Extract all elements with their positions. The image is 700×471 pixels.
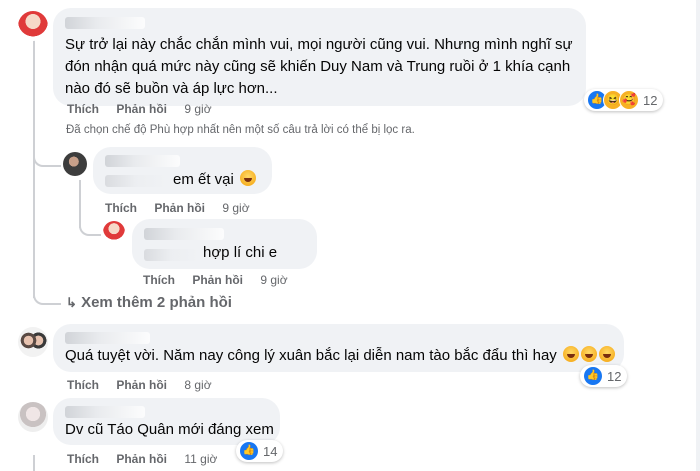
avatar[interactable] bbox=[18, 11, 48, 41]
avatar[interactable] bbox=[18, 327, 48, 357]
comment-bubble: Quá tuyệt vời. Năm nay công lý xuân bắc … bbox=[53, 324, 624, 372]
view-more-replies[interactable]: ↳ Xem thêm 2 phản hồi bbox=[66, 294, 232, 311]
thread-elbow-more bbox=[33, 285, 61, 305]
comment-text: Quá tuyệt vời. Năm nay công lý xuân bắc … bbox=[65, 345, 615, 367]
commenter-name-redacted bbox=[65, 17, 145, 29]
thread-elbow-reply1 bbox=[33, 150, 61, 167]
reply-text-content: em ết vại bbox=[173, 171, 234, 188]
thread-line-main bbox=[33, 40, 35, 298]
reply-text-redacted bbox=[144, 249, 199, 261]
like-button[interactable]: Thích bbox=[67, 102, 99, 116]
reply-text-redacted bbox=[105, 175, 167, 187]
reaction-summary[interactable]: 👍 14 bbox=[236, 440, 284, 462]
avatar[interactable] bbox=[18, 402, 48, 432]
thread-line-bottom bbox=[33, 455, 35, 471]
haha-emoji-icon bbox=[580, 346, 597, 362]
reply-time[interactable]: 9 giờ bbox=[260, 273, 287, 287]
like-button[interactable]: Thích bbox=[67, 378, 99, 392]
scrollbar[interactable] bbox=[696, 0, 700, 471]
reply-button[interactable]: Phản hồi bbox=[116, 452, 167, 466]
filter-note: Đã chọn chế độ Phù hợp nhất nên một số c… bbox=[66, 124, 415, 136]
like-button[interactable]: Thích bbox=[67, 452, 99, 466]
reply-button[interactable]: Phản hồi bbox=[116, 378, 167, 392]
reply-arrow-icon: ↳ bbox=[66, 295, 77, 310]
comment-text: Sự trở lại này chắc chắn mình vui, mọi n… bbox=[65, 36, 573, 97]
commenter-name-redacted bbox=[144, 228, 224, 240]
commenter-name-redacted bbox=[65, 406, 145, 418]
reply-button[interactable]: Phản hồi bbox=[154, 201, 205, 215]
reaction-count: 14 bbox=[263, 443, 278, 459]
like-icon: 👍 bbox=[583, 366, 603, 386]
like-button[interactable]: Thích bbox=[143, 273, 175, 287]
comment-actions: Thích Phản hồi 8 giờ bbox=[67, 378, 212, 392]
reaction-summary[interactable]: 👍 12 bbox=[580, 365, 628, 387]
thread-elbow-reply2 bbox=[79, 212, 101, 236]
view-more-label: Xem thêm 2 phản hồi bbox=[81, 294, 232, 311]
reply-actions: Thích Phản hồi 9 giờ bbox=[105, 201, 250, 215]
reply-button[interactable]: Phản hồi bbox=[192, 273, 243, 287]
reply-actions: Thích Phản hồi 9 giờ bbox=[143, 273, 288, 287]
comment-actions: Thích Phản hồi 9 giờ bbox=[67, 102, 212, 116]
like-button[interactable]: Thích bbox=[105, 201, 137, 215]
reply-button[interactable]: Phản hồi bbox=[116, 102, 167, 116]
reaction-summary[interactable]: 👍 😆 🥰 12 bbox=[584, 89, 664, 111]
commenter-name-redacted bbox=[65, 332, 150, 344]
reply-bubble: em ết vại bbox=[93, 147, 272, 194]
comment-text-content: Quá tuyệt vời. Năm nay công lý xuân bắc … bbox=[65, 347, 557, 364]
reaction-count: 12 bbox=[643, 92, 658, 108]
care-icon: 🥰 bbox=[619, 90, 639, 110]
reply-text: em ết vại bbox=[173, 169, 257, 191]
avatar[interactable] bbox=[63, 152, 87, 176]
comment-bubble: Sự trở lại này chắc chắn mình vui, mọi n… bbox=[53, 8, 586, 106]
haha-emoji-icon bbox=[598, 346, 615, 362]
reply-bubble: hợp lí chi e bbox=[132, 219, 317, 269]
comment-time[interactable]: 9 giờ bbox=[184, 102, 211, 116]
comment-actions: Thích Phản hồi 11 giờ bbox=[67, 452, 217, 466]
avatar[interactable] bbox=[103, 221, 125, 243]
haha-emoji-icon bbox=[240, 170, 257, 186]
comment-text: Dv cũ Táo Quân mới đáng xem bbox=[65, 421, 274, 438]
comment-time[interactable]: 11 giờ bbox=[184, 452, 217, 466]
reply-text: hợp lí chi e bbox=[203, 244, 278, 261]
reply-time[interactable]: 9 giờ bbox=[222, 201, 249, 215]
comment-time[interactable]: 8 giờ bbox=[184, 378, 211, 392]
reaction-count: 12 bbox=[607, 368, 622, 384]
haha-emoji-icon bbox=[562, 346, 579, 362]
comment-bubble: Dv cũ Táo Quân mới đáng xem bbox=[53, 398, 280, 445]
like-icon: 👍 bbox=[239, 441, 259, 461]
commenter-name-redacted bbox=[105, 155, 180, 167]
